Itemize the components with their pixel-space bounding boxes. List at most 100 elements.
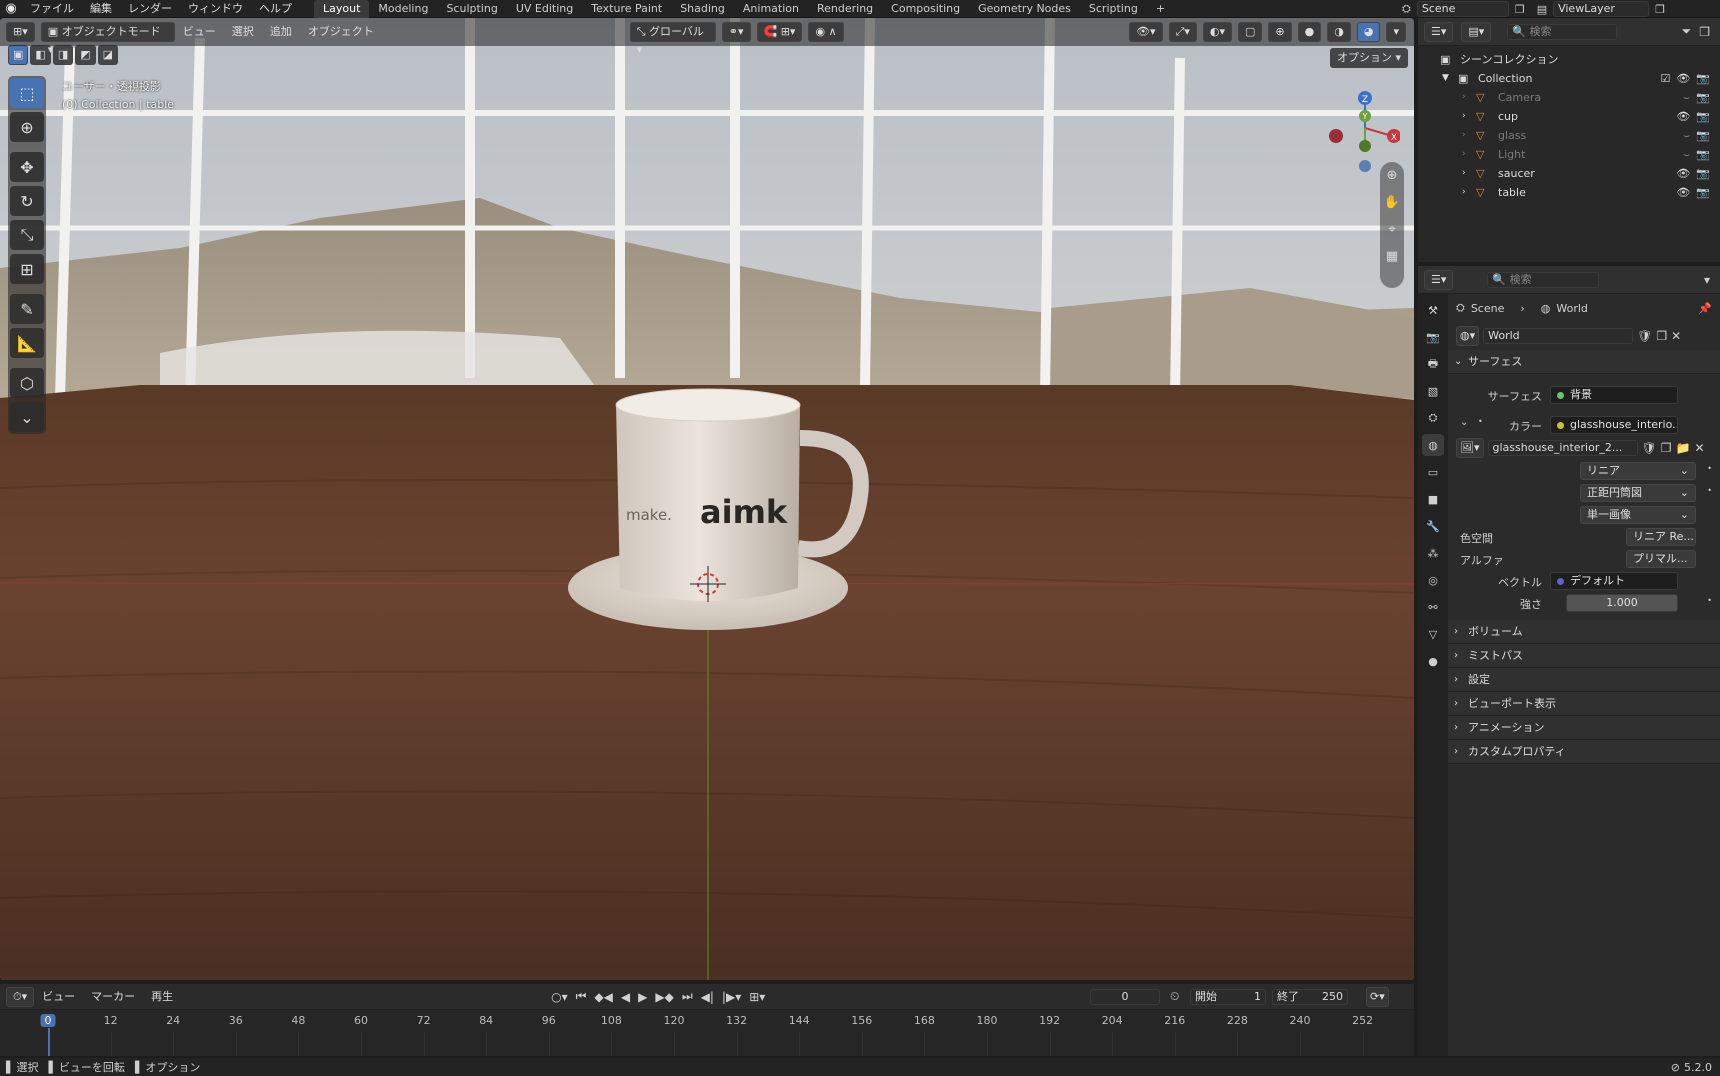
- strength-field[interactable]: 1.000: [1566, 594, 1678, 612]
- vp-menu-add[interactable]: 追加: [262, 23, 300, 41]
- gizmo-neg-x-icon[interactable]: [1329, 129, 1343, 143]
- next-marker-icon[interactable]: |▶▾: [722, 990, 741, 1004]
- jump-start-icon[interactable]: ⏮: [576, 989, 587, 1004]
- keyframe-dot-icon[interactable]: •: [1707, 464, 1712, 473]
- eye-icon[interactable]: ⌣: [1683, 126, 1690, 145]
- new-collection-icon[interactable]: ❐: [1699, 25, 1710, 39]
- scene-tab-icon[interactable]: ⛭: [1422, 407, 1444, 429]
- keying-set-icon[interactable]: ⊞▾: [749, 990, 765, 1004]
- camera-render-icon[interactable]: 📷: [1696, 107, 1710, 126]
- chevron-down-icon[interactable]: ▼: [1442, 69, 1449, 88]
- collapsed-panel-header[interactable]: › カスタムプロパティ: [1448, 740, 1720, 764]
- add-cube-tool-icon[interactable]: ⬡: [10, 368, 44, 398]
- end-frame-field[interactable]: 終了 250: [1272, 988, 1348, 1005]
- select-subtract-icon[interactable]: ◨: [52, 45, 74, 65]
- menu-edit[interactable]: 編集: [82, 0, 120, 18]
- chevron-right-icon[interactable]: ›: [1462, 183, 1466, 202]
- eye-icon[interactable]: ⌣: [1683, 88, 1690, 107]
- interpolation-dropdown[interactable]: リニア ⌄: [1580, 462, 1696, 480]
- filter-icon[interactable]: ⏷: [1682, 24, 1692, 39]
- constraints-tab-icon[interactable]: ⚯: [1422, 596, 1444, 618]
- surface-panel-header[interactable]: ⌄ サーフェス: [1448, 350, 1720, 374]
- transform-tool-icon[interactable]: ⊞: [10, 254, 44, 284]
- checkbox-icon[interactable]: ☑: [1660, 69, 1670, 88]
- proportional-edit-icon[interactable]: ◉ ∧: [808, 22, 844, 42]
- eye-icon[interactable]: 👁: [1676, 164, 1690, 183]
- add-workspace-icon[interactable]: +: [1147, 0, 1174, 18]
- tab-shading[interactable]: Shading: [671, 0, 734, 18]
- tab-layout[interactable]: Layout: [314, 0, 370, 18]
- rotate-tool-icon[interactable]: ↻: [10, 186, 44, 216]
- perspective-grid-icon[interactable]: ▦: [1386, 249, 1398, 264]
- pan-hand-icon[interactable]: ✋: [1384, 195, 1400, 210]
- start-frame-field[interactable]: 開始 1: [1190, 988, 1266, 1005]
- world-name-field[interactable]: World: [1483, 328, 1634, 344]
- gizmo-icon[interactable]: ⤢▾: [1168, 22, 1197, 42]
- viewlayer-selector[interactable]: ViewLayer: [1553, 1, 1650, 17]
- current-frame-field[interactable]: 0: [1090, 988, 1160, 1005]
- mode-selector[interactable]: ▣ オブジェクトモード ▾: [40, 22, 175, 56]
- blender-logo-icon[interactable]: ◉: [0, 1, 22, 16]
- modifier-tab-icon[interactable]: 🔧: [1422, 515, 1444, 537]
- open-folder-icon[interactable]: 📁: [1676, 441, 1691, 455]
- source-dropdown[interactable]: 単一画像 ⌄: [1580, 506, 1696, 524]
- outliner-item[interactable]: › ▽ saucer 👁 📷: [1418, 164, 1720, 183]
- extrude-tool-icon[interactable]: ⌄: [10, 402, 44, 432]
- next-keyframe-icon[interactable]: ▶◆: [655, 990, 673, 1004]
- scene-collection-row[interactable]: ▣ シーンコレクション: [1418, 50, 1720, 69]
- scale-tool-icon[interactable]: ⤡: [10, 220, 44, 250]
- outliner-item[interactable]: › ▽ glass ⌣ 📷: [1418, 126, 1720, 145]
- menu-window[interactable]: ウィンドウ: [180, 0, 251, 18]
- collapsed-panel-header[interactable]: › ボリューム: [1448, 620, 1720, 644]
- outliner-item[interactable]: › ▽ Camera ⌣ 📷: [1418, 88, 1720, 107]
- output-tab-icon[interactable]: 🖶: [1422, 353, 1444, 375]
- shading-options-icon[interactable]: ▾: [1386, 22, 1406, 42]
- tab-rendering[interactable]: Rendering: [808, 0, 882, 18]
- eye-icon[interactable]: ⌣: [1683, 145, 1690, 164]
- new-viewlayer-icon[interactable]: ❐: [1655, 3, 1665, 16]
- world-tab-icon[interactable]: ◍: [1422, 434, 1444, 456]
- eye-icon[interactable]: 👁: [1676, 69, 1690, 88]
- xray-icon[interactable]: ▢: [1238, 22, 1263, 42]
- camera-render-icon[interactable]: 📷: [1696, 145, 1710, 164]
- outliner-item[interactable]: › ▽ table 👁 📷: [1418, 183, 1720, 202]
- vp-menu-object[interactable]: オブジェクト: [300, 23, 382, 41]
- viewlayer-icon[interactable]: ▤: [1537, 3, 1547, 16]
- shading-material-icon[interactable]: ◑: [1327, 22, 1351, 42]
- gizmo-neg-z-icon[interactable]: [1359, 160, 1371, 172]
- duplicate-world-icon[interactable]: ❐: [1656, 329, 1667, 343]
- shading-solid-icon[interactable]: ●: [1297, 22, 1322, 42]
- timeline-ruler[interactable]: 0 12 24 36 48 60 72 84 96 108 120 132 144 156 168 180 19…: [0, 1010, 1414, 1056]
- keyframe-dot-icon[interactable]: •: [1707, 486, 1712, 495]
- tab-sculpting[interactable]: Sculpting: [437, 0, 506, 18]
- gizmo-neg-y-icon[interactable]: [1359, 140, 1371, 152]
- outliner-editor-icon[interactable]: ☰▾: [1424, 21, 1454, 42]
- chevron-down-icon[interactable]: ⌄: [1460, 417, 1468, 428]
- alpha-dropdown[interactable]: プリマル...: [1626, 550, 1696, 568]
- move-tool-icon[interactable]: ✥: [10, 152, 44, 182]
- particles-tab-icon[interactable]: ⁂: [1422, 542, 1444, 564]
- camera-view-icon[interactable]: ⌖: [1388, 222, 1395, 237]
- material-tab-icon[interactable]: ●: [1422, 650, 1444, 672]
- shading-rendered-icon[interactable]: ◕: [1356, 22, 1381, 42]
- collapsed-panel-header[interactable]: › ビューポート表示: [1448, 692, 1720, 716]
- transform-orientation-selector[interactable]: ⤡ グローバル ▾: [629, 22, 716, 56]
- select-intersect-icon[interactable]: ◪: [97, 45, 119, 65]
- playhead[interactable]: [48, 1028, 50, 1056]
- tab-animation[interactable]: Animation: [734, 0, 808, 18]
- vp-menu-view[interactable]: ビュー: [175, 23, 224, 41]
- data-tab-icon[interactable]: ▽: [1422, 623, 1444, 645]
- projection-dropdown[interactable]: 正距円筒図 ⌄: [1580, 484, 1696, 502]
- fake-user-icon[interactable]: 🛡: [1637, 329, 1652, 343]
- scene-icon[interactable]: ⛭: [1402, 2, 1411, 16]
- camera-render-icon[interactable]: 📷: [1696, 88, 1710, 107]
- outliner-item[interactable]: › ▽ Light ⌣ 📷: [1418, 145, 1720, 164]
- sync-icon[interactable]: ⟳▾: [1366, 987, 1389, 1007]
- shading-wire-icon[interactable]: ⊕: [1268, 22, 1292, 42]
- colorspace-dropdown[interactable]: リニア Re...: [1626, 528, 1696, 546]
- display-mode-icon[interactable]: ▤▾: [1461, 21, 1492, 42]
- camera-render-icon[interactable]: 📷: [1696, 69, 1710, 88]
- collapsed-panel-header[interactable]: › 設定: [1448, 668, 1720, 692]
- image-fake-user-icon[interactable]: 🛡: [1642, 441, 1657, 455]
- auto-key-icon[interactable]: ○▾: [551, 990, 568, 1004]
